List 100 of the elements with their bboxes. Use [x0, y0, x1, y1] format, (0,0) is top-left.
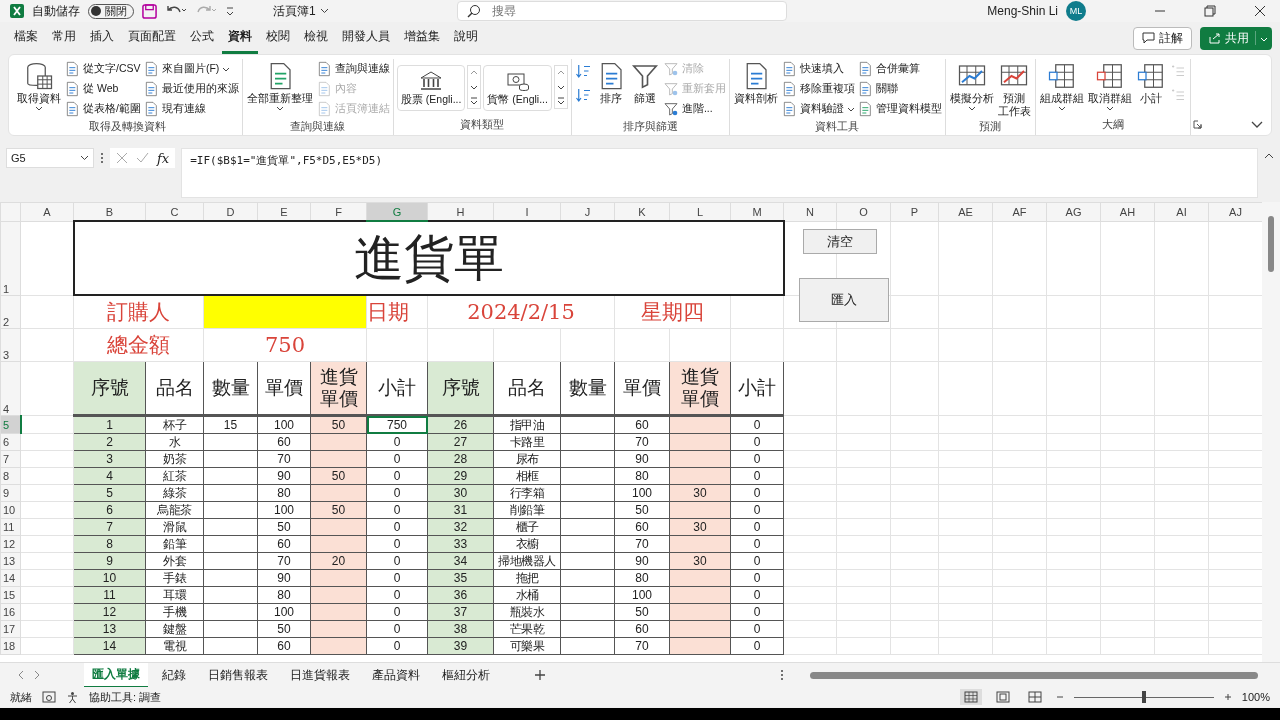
ribbon-button[interactable]: 取得資料 — [16, 59, 62, 113]
ribbon-button[interactable]: 小計 — [1134, 59, 1167, 107]
table-cell: 60 — [257, 535, 311, 553]
ribbon-button[interactable]: 全部重新整理 — [245, 59, 314, 113]
ribbon-tab[interactable]: 公式 — [184, 22, 220, 54]
ribbon-tab[interactable]: 說明 — [448, 22, 484, 54]
ribbon-button[interactable]: 合併彙算 — [856, 59, 942, 79]
column-header[interactable]: AJ — [1208, 202, 1262, 221]
column-header[interactable]: AG — [1046, 202, 1101, 221]
import-button[interactable]: 匯入 — [799, 278, 889, 322]
table-cell: 0 — [730, 637, 784, 655]
sheet-tab[interactable]: 產品資料 — [364, 663, 428, 687]
collapse-formula-icon[interactable] — [1264, 152, 1274, 159]
user-avatar[interactable]: ML — [1066, 1, 1086, 21]
previous-sheet-icon[interactable] — [16, 670, 26, 680]
column-header[interactable]: O — [836, 202, 891, 221]
ribbon-tab[interactable]: 檔案 — [8, 22, 44, 54]
column-header[interactable]: G — [366, 202, 428, 221]
excel-logo-icon[interactable] — [10, 4, 24, 18]
data-type-button[interactable]: 貨幣 (Engli... — [487, 69, 548, 107]
sheet-tab[interactable]: 日進貨報表 — [282, 663, 358, 687]
workbook-title[interactable]: 活頁簿1 — [273, 2, 329, 20]
table-cell: 行李箱 — [493, 484, 561, 502]
sheet-tab[interactable]: 樞紐分析 — [434, 663, 498, 687]
normal-view-icon[interactable] — [959, 689, 982, 705]
ribbon-button[interactable]: 預測 工作表 — [996, 59, 1032, 120]
collapse-ribbon-icon[interactable] — [1251, 121, 1263, 129]
ribbon-button[interactable]: 排序 — [594, 59, 627, 107]
ribbon-button[interactable]: 從表格/範圍 — [64, 99, 141, 119]
ribbon-button[interactable]: 篩選 — [628, 59, 661, 107]
ribbon-button[interactable]: 移除重複項 — [780, 79, 855, 99]
table-cell: 0 — [366, 501, 428, 519]
restore-icon[interactable] — [1204, 5, 1216, 17]
ribbon-button[interactable]: 來自圖片(F) — [142, 59, 239, 79]
cancel-icon[interactable] — [116, 152, 128, 164]
more-options-icon[interactable] — [100, 152, 104, 164]
ribbon-tab[interactable]: 開發人員 — [336, 22, 396, 54]
ribbon-button[interactable]: 從 Web — [64, 79, 141, 99]
sheet-tab[interactable]: 匯入單據 — [84, 662, 148, 688]
ribbon-button[interactable]: 從文字/CSV — [64, 59, 141, 79]
row-header[interactable]: 3 — [0, 328, 21, 362]
data-type-button[interactable]: 股票 (Engli... — [400, 69, 462, 107]
zoom-level[interactable]: 100% — [1241, 691, 1270, 703]
check-icon[interactable] — [136, 152, 149, 164]
ribbon-button[interactable]: 快速填入 — [780, 59, 855, 79]
vertical-scrollbar[interactable] — [1262, 202, 1280, 662]
column-header[interactable]: AE — [938, 202, 993, 221]
zoom-out-icon[interactable] — [1055, 693, 1064, 701]
row-header[interactable]: 4 — [0, 361, 21, 416]
table-cell: 卡路里 — [493, 433, 561, 451]
dialog-launcher-icon[interactable] — [1192, 120, 1202, 129]
next-sheet-icon[interactable] — [32, 670, 42, 680]
zoom-in-icon[interactable] — [1223, 693, 1232, 701]
sheet-tab[interactable]: 日銷售報表 — [200, 663, 276, 687]
ribbon-button[interactable]: 資料驗證 — [780, 99, 855, 119]
ribbon-tab[interactable]: 校閱 — [260, 22, 296, 54]
ribbon-button[interactable]: 組成群組 — [1038, 59, 1085, 113]
table-cell: 鍵盤 — [145, 620, 204, 638]
column-header[interactable]: AH — [1100, 202, 1155, 221]
macro-recording-icon[interactable] — [42, 691, 56, 703]
ribbon-tab[interactable]: 插入 — [84, 22, 120, 54]
more-options-icon[interactable] — [780, 669, 784, 681]
name-box[interactable]: G5 — [6, 148, 94, 168]
row-header[interactable]: 1 — [0, 221, 21, 295]
sheet-tab[interactable]: 紀錄 — [154, 663, 194, 687]
ribbon-tab[interactable]: 常用 — [46, 22, 82, 54]
customize-caret-icon[interactable] — [225, 4, 235, 18]
input-cell[interactable] — [203, 295, 367, 329]
ribbon-tab[interactable]: 增益集 — [398, 22, 446, 54]
ribbon-button[interactable]: 取消群組 — [1086, 59, 1133, 113]
ribbon-button[interactable]: 最近使用的來源 — [142, 79, 239, 99]
column-header[interactable]: P — [890, 202, 939, 221]
table-cell: 手機 — [145, 603, 204, 621]
close-icon[interactable] — [1254, 5, 1266, 17]
insert-function-button[interactable]: fx — [157, 150, 170, 166]
ribbon-button[interactable]: 管理資料模型 — [856, 99, 942, 119]
ribbon-button[interactable]: 現有連線 — [142, 99, 239, 119]
column-header[interactable]: A — [20, 202, 74, 221]
ribbon-button[interactable]: 查詢與連線 — [315, 59, 390, 79]
search-field[interactable]: 搜尋 — [456, 1, 787, 21]
ribbon-button[interactable]: 進階... — [662, 99, 726, 119]
row-header[interactable]: 2 — [0, 295, 21, 329]
ribbon-tab[interactable]: 頁面配置 — [122, 22, 182, 54]
column-header[interactable]: AI — [1154, 202, 1209, 221]
column-header[interactable]: N — [783, 202, 837, 221]
ribbon-button[interactable]: 關聯 — [856, 79, 942, 99]
ribbon-tab[interactable]: 檢視 — [298, 22, 334, 54]
table-cell: 削鉛筆 — [493, 501, 561, 519]
caret-icon — [1057, 105, 1066, 111]
add-sheet-icon[interactable] — [534, 669, 546, 681]
column-header[interactable]: AF — [992, 202, 1047, 221]
comments-button[interactable]: 註解 — [1133, 26, 1192, 50]
accessibility-icon — [66, 690, 79, 704]
save-icon[interactable] — [142, 3, 157, 19]
clear-button[interactable]: 清空 — [803, 229, 877, 254]
ribbon-button[interactable]: 資料剖析 — [732, 59, 779, 107]
ribbon-button[interactable]: 模擬分析 — [948, 59, 995, 113]
formula-field[interactable]: =IF($B$1="進貨單",F5*D5,E5*D5) — [181, 148, 1258, 198]
share-button[interactable]: 共用 — [1200, 26, 1272, 50]
accessibility-status[interactable]: 協助工具: 調查 — [89, 689, 162, 705]
